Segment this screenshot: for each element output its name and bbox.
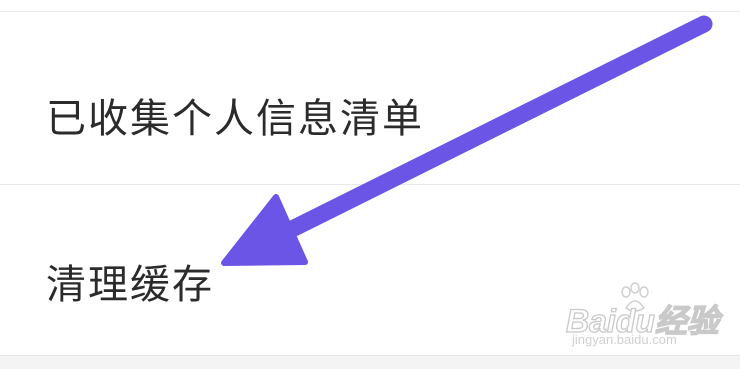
list-item-clear-cache[interactable]: 清理缓存 — [0, 185, 740, 355]
list-item-collected-personal-info[interactable]: 已收集个人信息清单 — [0, 12, 740, 184]
bottom-gap — [0, 355, 740, 369]
list-item-label: 清理缓存 — [46, 262, 214, 308]
list-item-label: 已收集个人信息清单 — [46, 96, 424, 142]
